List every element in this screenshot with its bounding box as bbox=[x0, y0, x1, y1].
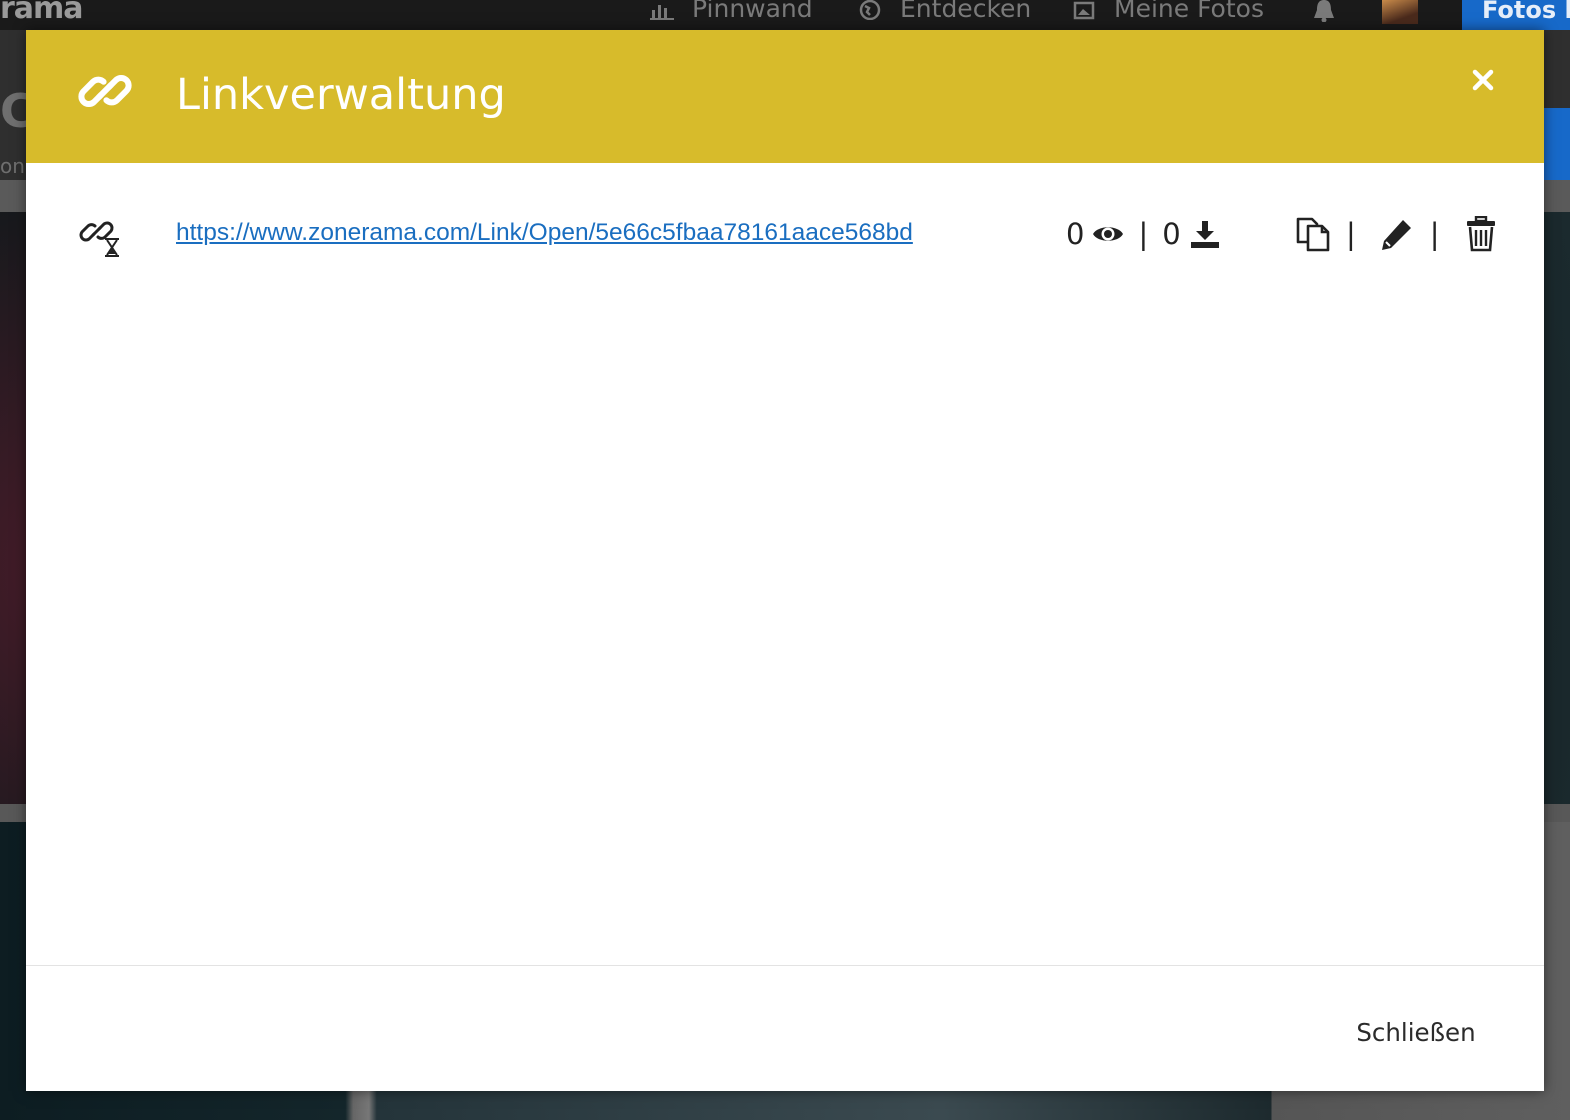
nav-item-pinnwand[interactable]: Pinnwand bbox=[650, 0, 813, 23]
nav-item-label: Entdecken bbox=[900, 0, 1032, 23]
link-row: https://www.zonerama.com/Link/Open/5e66c… bbox=[26, 200, 1544, 270]
globe-icon bbox=[859, 0, 881, 20]
photos-icon bbox=[1073, 1, 1095, 20]
bell-icon[interactable] bbox=[1309, 0, 1339, 22]
nav-item-entdecken[interactable]: Entdecken bbox=[858, 0, 1031, 23]
site-logo: rama bbox=[0, 0, 84, 26]
delete-link-button[interactable] bbox=[1462, 214, 1500, 254]
dialog-title: Linkverwaltung bbox=[176, 70, 506, 120]
link-stats: 0 | 0 bbox=[1066, 214, 1221, 254]
download-icon bbox=[1190, 221, 1219, 248]
dialog-header: Linkverwaltung bbox=[26, 30, 1544, 163]
album-subtitle-fragment: on bbox=[0, 154, 25, 178]
link-management-dialog: Linkverwaltung https://www.zonerama.com/… bbox=[26, 30, 1544, 1091]
views-count: 0 bbox=[1066, 217, 1085, 251]
edit-link-button[interactable] bbox=[1378, 214, 1416, 254]
nav-item-label: Pinnwand bbox=[692, 0, 813, 23]
eye-icon bbox=[1093, 227, 1124, 241]
footer-divider bbox=[26, 965, 1544, 966]
shared-link-url[interactable]: https://www.zonerama.com/Link/Open/5e66c… bbox=[176, 219, 913, 247]
chart-icon bbox=[650, 5, 674, 20]
album-action-button[interactable] bbox=[1540, 108, 1570, 188]
downloads-count: 0 bbox=[1162, 217, 1181, 251]
link-timed-icon bbox=[79, 221, 119, 257]
copy-icon bbox=[1296, 217, 1330, 252]
action-separator: | bbox=[1346, 217, 1356, 251]
link-icon bbox=[78, 75, 132, 107]
copy-link-button[interactable] bbox=[1294, 214, 1332, 254]
nav-item-meine-fotos[interactable]: Meine Fotos bbox=[1072, 0, 1264, 23]
close-button[interactable]: Schließen bbox=[1336, 1010, 1496, 1054]
nav-item-label: Meine Fotos bbox=[1114, 0, 1264, 23]
close-icon[interactable] bbox=[1469, 66, 1497, 94]
action-separator: | bbox=[1429, 217, 1440, 251]
top-nav-bar: rama Pinnwand Entdecken Meine Fotos Foto… bbox=[0, 0, 1570, 30]
avatar[interactable] bbox=[1382, 0, 1418, 24]
pencil-icon bbox=[1381, 220, 1411, 250]
stat-separator: | bbox=[1138, 217, 1149, 251]
trash-icon bbox=[1466, 216, 1495, 252]
link-actions: | | bbox=[1294, 212, 1500, 256]
upload-photos-button[interactable]: Fotos h bbox=[1462, 0, 1570, 30]
